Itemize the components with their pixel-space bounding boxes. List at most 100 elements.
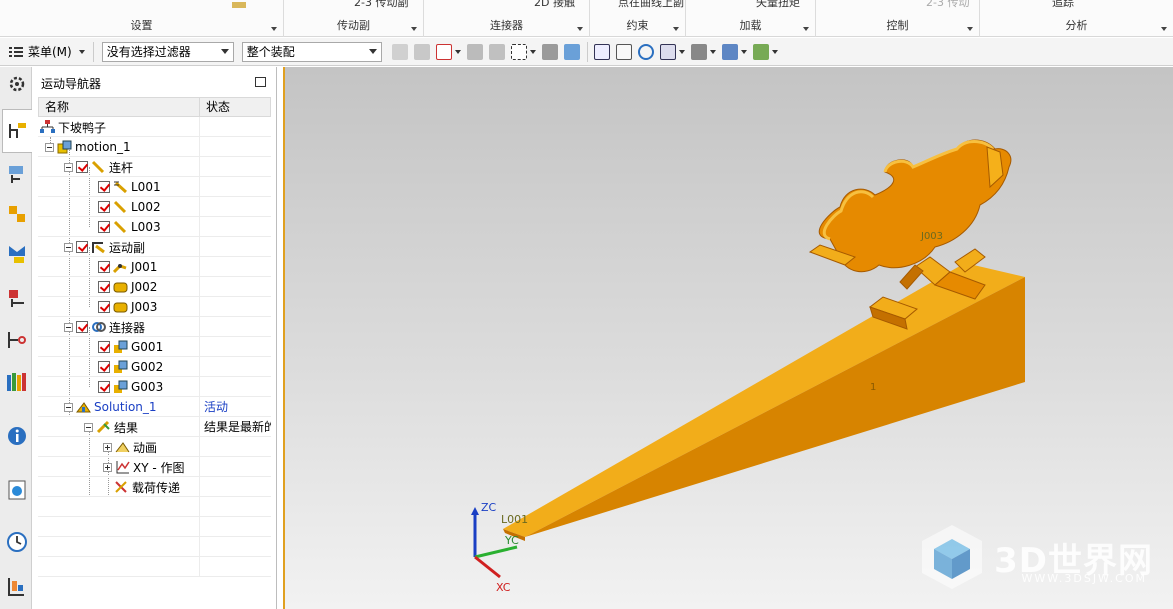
collapse-toggle[interactable] — [64, 322, 73, 332]
tree-row-root[interactable]: 下坡鸭子 — [38, 117, 271, 137]
rotate-icon[interactable] — [637, 43, 654, 60]
visibility-checkbox[interactable] — [98, 361, 110, 373]
visibility-checkbox[interactable] — [98, 341, 110, 353]
constraint-icon[interactable] — [488, 43, 505, 60]
ribbon-group-constraint[interactable]: 点在曲线上副 约束 — [590, 0, 686, 37]
column-header-name[interactable]: 名称 — [39, 98, 200, 116]
tree-row-l003[interactable]: L003 — [38, 217, 271, 237]
chevron-down-icon — [220, 49, 229, 54]
fixed-link-icon — [114, 181, 128, 194]
ribbon-group-connector[interactable]: 2D 接触 连接器 — [424, 0, 590, 37]
tree-row-animation[interactable]: 动画 — [38, 437, 271, 457]
ribbon-group-settings[interactable]: 设置 — [0, 0, 284, 37]
visibility-checkbox[interactable] — [98, 261, 110, 273]
cube-icon[interactable] — [563, 43, 580, 60]
part-navigator-icon[interactable] — [6, 243, 28, 265]
ribbon-group-analysis[interactable]: 追踪 分析 — [980, 0, 1173, 37]
chevron-down-icon[interactable] — [771, 49, 778, 54]
hd3d-tools-icon[interactable] — [6, 329, 28, 351]
tree-row-motion[interactable]: motion_1 — [38, 137, 271, 157]
assembly-navigator-icon[interactable] — [6, 163, 28, 185]
selection-filter-value: 没有选择过滤器 — [106, 45, 191, 59]
tree-row-g002[interactable]: G002 — [38, 357, 271, 377]
tree-row-load-transfer[interactable]: 载荷传递 — [38, 477, 271, 497]
ribbon-top-label: 矢量扭矩 — [756, 0, 800, 9]
zoom-window-icon[interactable] — [615, 43, 632, 60]
box-select-icon[interactable] — [510, 43, 527, 60]
chevron-down-icon[interactable] — [678, 49, 685, 54]
tree-row-links[interactable]: 连杆 — [38, 157, 271, 177]
assembly-scope-dropdown[interactable]: 整个装配 — [241, 41, 382, 62]
chevron-down-icon[interactable] — [673, 27, 679, 31]
select-icon[interactable] — [413, 43, 430, 60]
tree-row-j003[interactable]: J003 — [38, 297, 271, 317]
visibility-checkbox[interactable] — [98, 221, 110, 233]
ribbon-top-label: 点在曲线上副 — [618, 0, 684, 9]
web-browser-icon[interactable] — [6, 479, 28, 501]
collapse-toggle[interactable] — [64, 162, 73, 172]
expand-toggle[interactable] — [103, 442, 112, 452]
visibility-checkbox[interactable] — [98, 201, 110, 213]
link-icon[interactable] — [466, 43, 483, 60]
snap-icon[interactable] — [391, 43, 408, 60]
collapse-toggle[interactable] — [64, 242, 73, 252]
tree-row-joints[interactable]: 运动副 — [38, 237, 271, 257]
ribbon-group-control[interactable]: 2-3 传动 控制 — [816, 0, 980, 37]
resource-tab-motion-navigator[interactable] — [2, 109, 32, 153]
tree-row-j001[interactable]: J001 — [38, 257, 271, 277]
tree-row-connectors[interactable]: 连接器 — [38, 317, 271, 337]
chevron-down-icon[interactable] — [709, 49, 716, 54]
render-style-icon[interactable] — [690, 43, 707, 60]
collapse-toggle[interactable] — [45, 142, 54, 152]
selection-filter-dropdown[interactable]: 没有选择过滤器 — [101, 41, 234, 62]
visibility-checkbox[interactable] — [98, 301, 110, 313]
zoom-fit-icon[interactable] — [593, 43, 610, 60]
reuse-library-icon[interactable] — [6, 287, 28, 309]
ribbon-group-transmission[interactable]: 2-3 传动副 传动副 — [284, 0, 424, 37]
tree-row-l001[interactable]: L001 — [38, 177, 271, 197]
visibility-checkbox[interactable] — [76, 161, 88, 173]
visibility-checkbox[interactable] — [98, 281, 110, 293]
expand-toggle[interactable] — [103, 462, 112, 472]
eraser-icon[interactable] — [541, 43, 558, 60]
books-icon[interactable] — [6, 371, 28, 393]
chevron-down-icon[interactable] — [1161, 27, 1167, 31]
chevron-down-icon[interactable] — [577, 27, 583, 31]
tree-row-l002[interactable]: L002 — [38, 197, 271, 217]
ramp-model[interactable] — [503, 263, 1025, 541]
chevron-down-icon[interactable] — [454, 49, 461, 54]
visibility-checkbox[interactable] — [76, 241, 88, 253]
visibility-checkbox[interactable] — [98, 381, 110, 393]
chevron-down-icon[interactable] — [740, 49, 747, 54]
gear-icon[interactable] — [6, 73, 28, 95]
history-clock-icon[interactable] — [6, 531, 28, 553]
point-snap-icon[interactable] — [435, 43, 452, 60]
chevron-down-icon[interactable] — [967, 27, 973, 31]
maximize-icon[interactable] — [255, 77, 266, 87]
chevron-down-icon[interactable] — [271, 27, 277, 31]
tree-row-g003[interactable]: G003 — [38, 377, 271, 397]
view-orient-icon[interactable] — [659, 43, 676, 60]
tree-row-solution[interactable]: Solution_1 活动 — [38, 397, 271, 417]
chevron-down-icon[interactable] — [803, 27, 809, 31]
constraint-navigator-icon[interactable] — [6, 203, 28, 225]
tree-row-xy-graph[interactable]: XY - 作图 — [38, 457, 271, 477]
shaded-cube-icon[interactable] — [721, 43, 738, 60]
graphics-viewport[interactable]: J003 1 L001 ZC YC XC 3D世界网 WWW.3DSJW.COM — [283, 67, 1173, 609]
xy-graph-icon — [116, 461, 130, 474]
role-icon[interactable] — [6, 575, 28, 597]
tree-row-results[interactable]: 结果 结果是最新的 — [38, 417, 271, 437]
tree-row-j002[interactable]: J002 — [38, 277, 271, 297]
chevron-down-icon[interactable] — [529, 49, 536, 54]
ribbon-group-load[interactable]: 矢量扭矩 加载 — [686, 0, 816, 37]
visibility-checkbox[interactable] — [76, 321, 88, 333]
info-icon[interactable] — [6, 425, 28, 447]
collapse-toggle[interactable] — [64, 402, 73, 412]
visibility-checkbox[interactable] — [98, 181, 110, 193]
collapse-toggle[interactable] — [84, 422, 93, 432]
section-view-icon[interactable] — [752, 43, 769, 60]
chevron-down-icon[interactable] — [411, 27, 417, 31]
column-header-status[interactable]: 状态 — [200, 98, 230, 116]
tree-row-g001[interactable]: G001 — [38, 337, 271, 357]
menu-button[interactable]: 菜单(M) — [8, 41, 94, 62]
